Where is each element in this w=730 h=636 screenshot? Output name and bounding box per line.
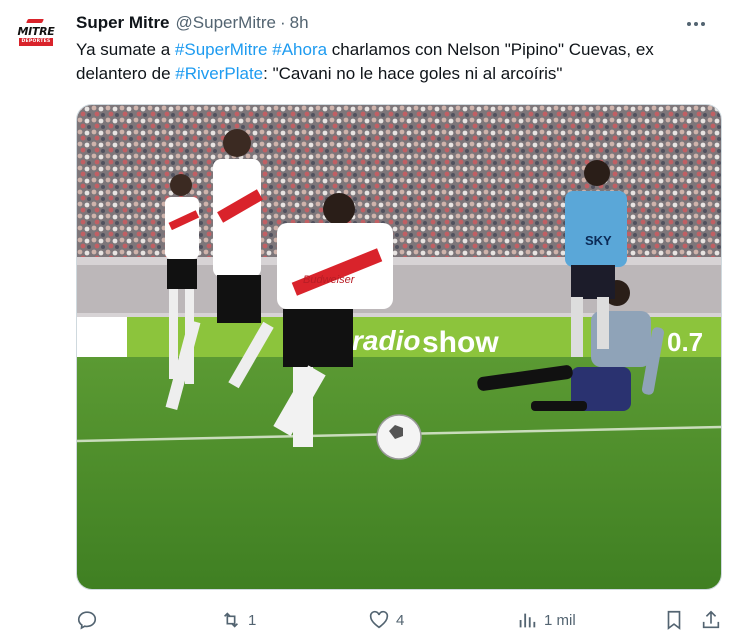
hashtag-ahora[interactable]: #Ahora (272, 40, 327, 59)
author-handle[interactable]: @SuperMitre (176, 13, 276, 33)
share-icon (700, 609, 722, 631)
like-count: 4 (396, 611, 405, 629)
share-button[interactable] (700, 606, 722, 634)
tweet-text: Ya sumate a #SuperMitre #Ahora charlamos… (76, 38, 716, 86)
retweet-icon (220, 609, 242, 631)
more-icon[interactable] (684, 14, 708, 34)
hashtag-supermitre[interactable]: #SuperMitre (175, 40, 268, 59)
author-name[interactable]: Super Mitre (76, 13, 170, 33)
hashtag-riverplate[interactable]: #RiverPlate (175, 64, 263, 83)
tweet-photo[interactable]: radio show 0.7 Budweiser SKY (76, 104, 722, 590)
jersey-sponsor: Budweiser (303, 274, 356, 286)
like-button[interactable]: 4 (368, 606, 404, 634)
keeper-sponsor: SKY (585, 233, 612, 248)
retweet-button[interactable]: 1 (220, 606, 256, 634)
timestamp[interactable]: 8h (290, 13, 309, 33)
reply-button[interactable] (76, 606, 104, 634)
views-button[interactable]: 1 mil (516, 606, 576, 634)
bookmark-button[interactable] (664, 606, 684, 634)
text-segment: Ya sumate a (76, 40, 175, 59)
banner-text-right: show (422, 326, 499, 359)
avatar-sub: DEPORTES (18, 38, 54, 46)
reply-icon (76, 609, 98, 631)
text-segment: : "Cavani no le hace goles ni al arcoíri… (263, 64, 563, 83)
banner-text-end: 0.7 (667, 327, 703, 357)
views-count: 1 mil (544, 611, 576, 629)
tweet-header: Super Mitre @SuperMitre · 8h (76, 12, 716, 34)
avatar[interactable]: MITRE DEPORTES (14, 14, 58, 58)
avatar-brand: MITRE (17, 25, 55, 38)
separator-dot: · (279, 13, 286, 32)
like-icon (368, 609, 390, 631)
banner-text-left: radio (352, 325, 420, 356)
action-bar: 1 4 1 mil (76, 606, 722, 634)
bookmark-icon (664, 609, 684, 631)
views-icon (516, 609, 538, 631)
retweet-count: 1 (248, 611, 257, 629)
